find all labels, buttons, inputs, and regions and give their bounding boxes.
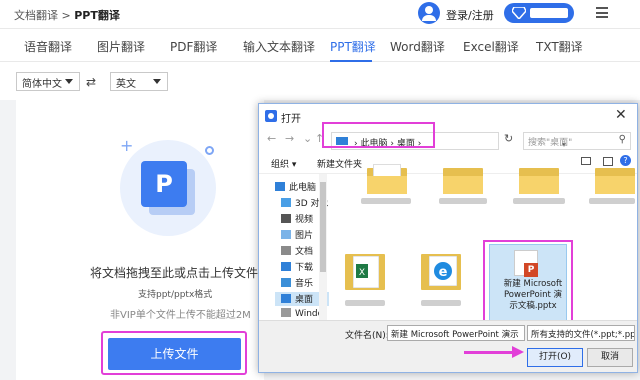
format-hint-text: 支持ppt/pptx格式 [138,290,213,300]
tab-txt[interactable]: TXT翻译 [536,38,583,55]
tab-word[interactable]: Word翻译 [390,38,445,55]
open-button[interactable]: 打开(O) [527,348,583,367]
diamond-icon [512,7,526,19]
music-icon [281,278,291,287]
file-label-redacted [589,198,635,204]
video-icon [281,214,291,223]
folder-item[interactable] [595,164,635,194]
vip-badge[interactable] [504,3,574,23]
swap-arrows-icon[interactable]: ⇄ [86,75,96,89]
ring-decoration-icon [205,146,214,155]
file-label-redacted [439,198,487,204]
back-arrow-icon[interactable]: ← [267,132,276,145]
sidebar-item-label: 音乐 [295,279,314,289]
drive-icon [281,308,291,317]
file-label-redacted [513,198,565,204]
annotation-arrow-icon [512,346,524,358]
search-placeholder: 搜索"桌面" [528,138,573,148]
ppt-upload-illustration: P [120,140,216,236]
tab-image[interactable]: 图片翻译 [97,38,145,55]
folder-item[interactable] [367,164,407,194]
folder-item[interactable] [443,164,483,194]
3d-objects-icon [281,198,291,207]
svg-text:X: X [359,268,365,278]
address-bar-highlight [322,122,435,148]
excel-file-icon: X [353,256,379,288]
breadcrumb-separator: > [61,9,71,22]
desktop-icon [281,294,291,303]
organize-button[interactable]: 组织 ▾ [271,157,296,170]
tab-excel[interactable]: Excel翻译 [463,38,519,55]
scrollbar-thumb[interactable] [320,182,326,272]
annotation-arrow-shaft [464,351,514,354]
tab-voice[interactable]: 语音翻译 [24,38,72,55]
sidebar-scrollbar[interactable] [319,174,327,320]
breadcrumb-current: PPT翻译 [74,9,120,22]
search-input[interactable]: 搜索"桌面" ⚲ [523,132,631,150]
tab-pdf[interactable]: PDF翻译 [170,38,217,55]
login-register-link[interactable]: 登录/注册 [446,7,494,23]
user-avatar-icon[interactable] [418,2,440,24]
svg-text:e: e [439,265,448,280]
source-language-select[interactable]: 简体中文 [16,72,80,91]
translation-type-tabs: 语音翻译 图片翻译 PDF翻译 输入文本翻译 PPT翻译 Word翻译 Exce… [0,28,640,62]
sidebar-item-label: 此电脑 [289,183,317,193]
size-limit-text: 非VIP单个文件上传不能超过2M [110,310,251,321]
filename-input[interactable]: 新建 Microsoft PowerPoint 演示 [387,325,525,341]
folder-item[interactable] [519,164,559,194]
folder-item[interactable]: e [421,250,461,290]
file-label-redacted [421,300,461,306]
forward-arrow-icon[interactable]: → [285,132,294,145]
source-language-value: 简体中文 [22,79,62,90]
file-label-redacted [361,198,411,204]
ie-browser-icon: e [429,256,457,286]
recent-dropdown-icon[interactable]: ⌄ [303,132,312,145]
dialog-footer: 文件名(N): 新建 Microsoft PowerPoint 演示 所有支持的… [259,320,637,372]
dialog-titlebar[interactable]: 打开 ✕ [259,104,637,128]
file-list: X e P 新建 Microsoft PowerPoint 演示文稿.pptx [331,164,637,336]
downloads-icon [281,262,291,271]
new-folder-button[interactable]: 新建文件夹 [317,157,362,170]
filename-label: 文件名(N): [345,331,389,341]
plus-decoration-icon: + [120,136,134,155]
sidebar-item-label: 文档 [295,247,314,257]
navigation-pane: 此电脑 3D 对象 视频 图片 文档 下载 音乐 桌面 Windo [259,174,329,320]
file-open-dialog: 打开 ✕ ← → ⌄ ↑ › 此电脑 › 桌面 › ▾ ↻ 搜索"桌面" ⚲ 组… [258,103,638,373]
sidebar-item-label: 桌面 [295,295,314,305]
search-icon: ⚲ [618,134,626,145]
sidebar-item-label: 下载 [295,263,314,273]
file-type-select[interactable]: 所有支持的文件(*.ppt;*.pptx) [527,325,635,341]
chevron-down-icon [153,79,161,84]
ppt-file-icon: P [141,161,187,207]
folder-item[interactable]: X [345,250,385,290]
target-language-select[interactable]: 英文 [110,72,168,91]
top-bar: 文档翻译 > PPT翻译 登录/注册 [0,0,640,28]
chevron-down-icon [65,79,73,84]
tab-ppt[interactable]: PPT翻译 [330,38,376,55]
drop-hint-text: 将文档拖拽至此或点击上传文件 [90,266,259,280]
app-logo-icon [265,110,277,122]
cancel-button[interactable]: 取消 [587,348,633,367]
refresh-icon[interactable]: ↻ [504,132,513,145]
breadcrumb: 文档翻译 > PPT翻译 [14,7,120,23]
file-label-redacted [345,300,385,306]
pictures-icon [281,230,291,239]
target-language-value: 英文 [116,79,136,90]
hamburger-menu-icon[interactable] [596,7,608,18]
close-icon[interactable]: ✕ [615,107,627,123]
dialog-title: 打开 [281,114,301,125]
documents-icon [281,246,291,255]
view-options-icon[interactable] [581,157,591,165]
language-selector-row: 简体中文 ⇄ 英文 [0,62,640,100]
sidebar-item-label: 图片 [295,231,314,241]
navigation-row: ← → ⌄ ↑ › 此电脑 › 桌面 › ▾ ↻ 搜索"桌面" ⚲ [259,128,637,152]
breadcrumb-root[interactable]: 文档翻译 [14,9,58,22]
sidebar-item-label: 视频 [295,215,314,225]
computer-icon [275,182,285,191]
tab-text[interactable]: 输入文本翻译 [243,38,315,55]
vip-username-redacted [530,8,568,18]
upload-button-highlight [101,331,247,375]
